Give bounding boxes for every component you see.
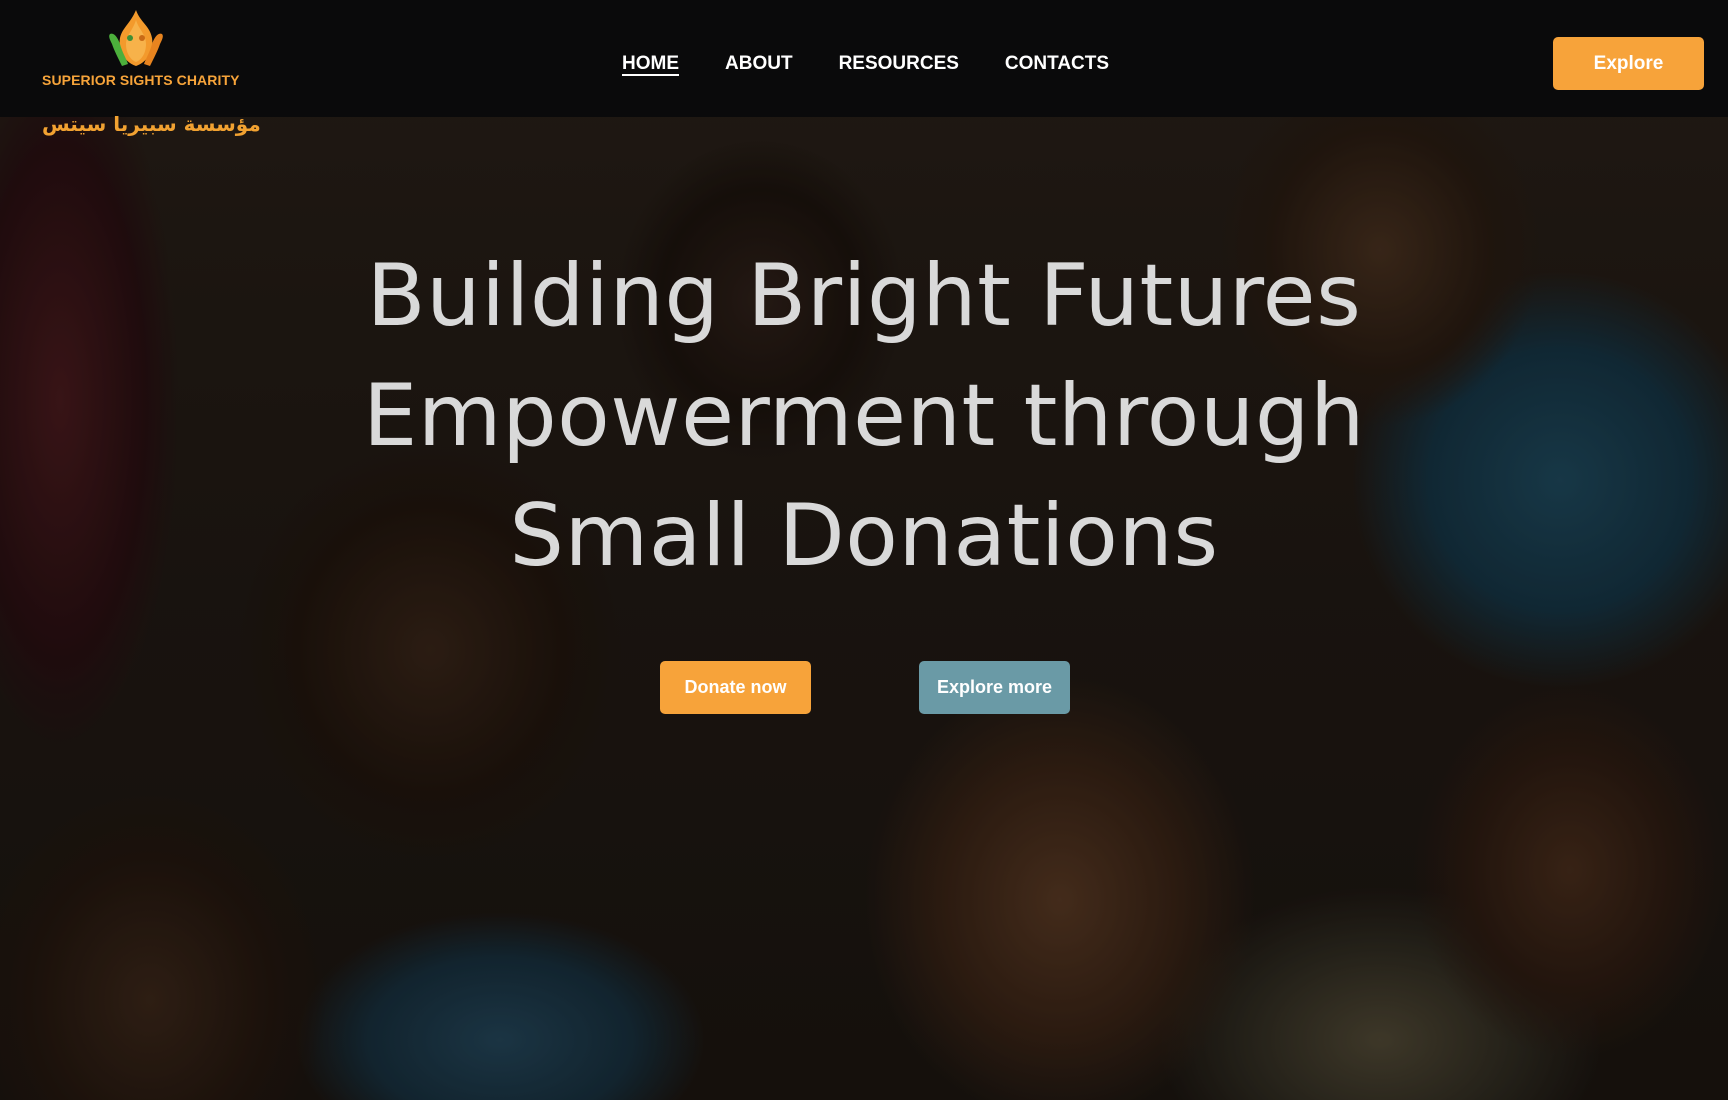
headline-line-2: Empowerment through xyxy=(362,366,1366,466)
site-header: SUPERIOR SIGHTS CHARITY HOME ABOUT RESOU… xyxy=(0,0,1728,117)
arabic-brand-name: مؤسسة سبيريا سيتس xyxy=(42,112,261,136)
explore-more-button[interactable]: Explore more xyxy=(919,661,1070,714)
flame-hands-logo-icon xyxy=(109,10,163,66)
explore-button[interactable]: Explore xyxy=(1553,37,1704,90)
headline-line-3: Small Donations xyxy=(509,486,1219,586)
page: SUPERIOR SIGHTS CHARITY HOME ABOUT RESOU… xyxy=(0,0,1728,1100)
nav-item-resources[interactable]: RESOURCES xyxy=(839,50,959,78)
donate-now-button[interactable]: Donate now xyxy=(660,661,811,714)
logo-text: SUPERIOR SIGHTS CHARITY xyxy=(42,72,240,88)
nav-item-home[interactable]: HOME xyxy=(622,50,679,78)
hero-headline: Building Bright Futures Empowerment thro… xyxy=(264,236,1464,596)
logo[interactable]: SUPERIOR SIGHTS CHARITY xyxy=(42,8,242,92)
nav-item-about[interactable]: ABOUT xyxy=(725,50,793,78)
nav-item-contacts[interactable]: CONTACTS xyxy=(1005,50,1109,78)
main-nav: HOME ABOUT RESOURCES CONTACTS xyxy=(622,50,1155,78)
headline-line-1: Building Bright Futures xyxy=(366,246,1362,346)
